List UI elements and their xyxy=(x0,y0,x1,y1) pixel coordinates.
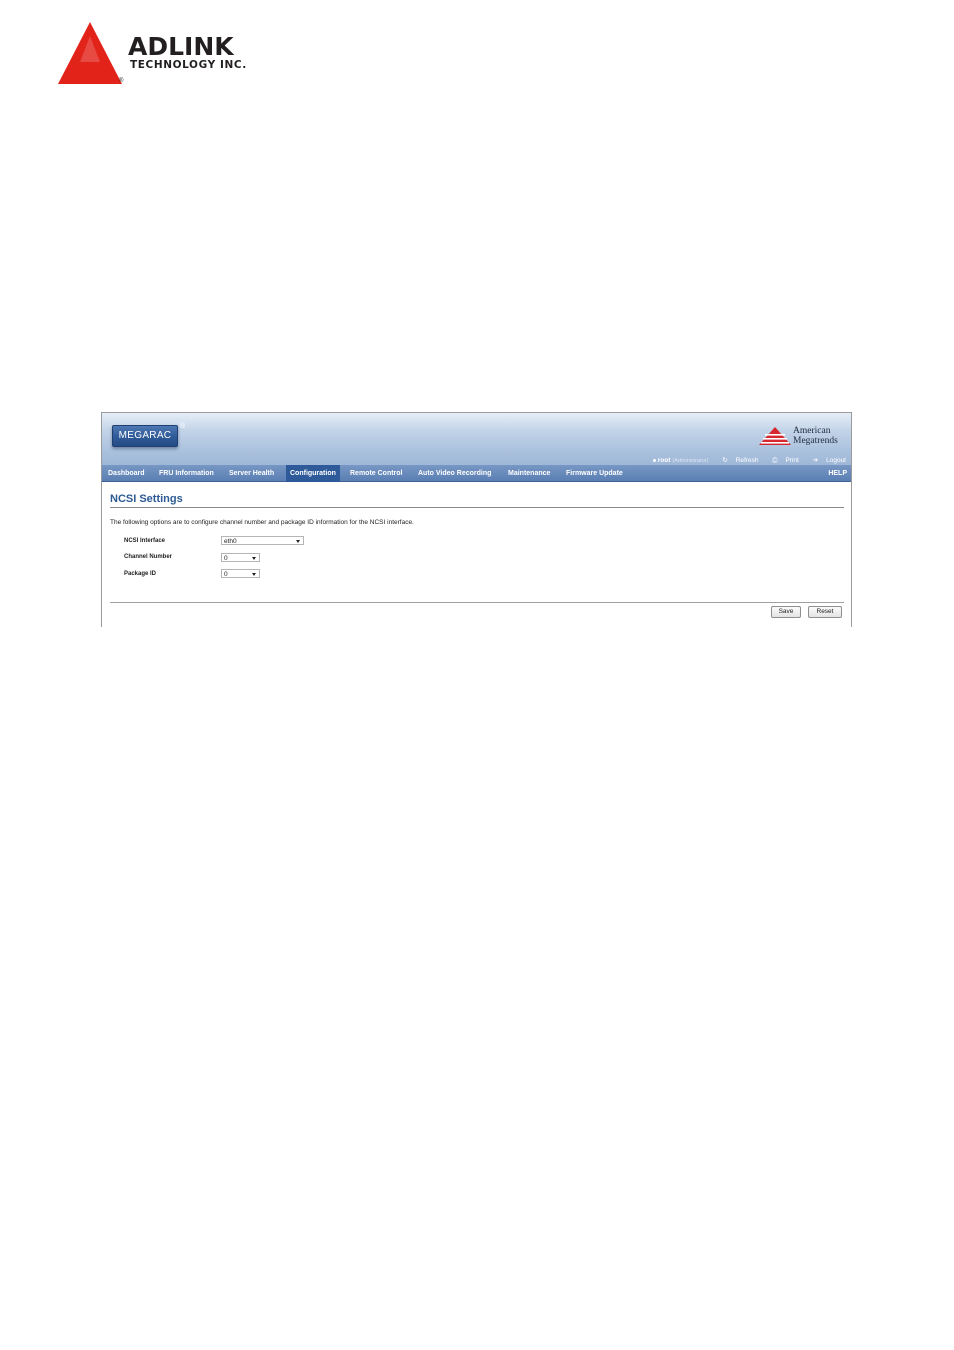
ami-line-2: Megatrends xyxy=(793,436,838,446)
nav-firmware-update[interactable]: Firmware Update xyxy=(566,465,623,482)
nav-auto-video-recording[interactable]: Auto Video Recording xyxy=(418,465,491,482)
chevron-down-icon xyxy=(252,573,256,576)
package-id-select[interactable]: 0 xyxy=(221,569,260,578)
logout-label: Logout xyxy=(826,457,846,464)
refresh-icon: ↻ xyxy=(722,457,728,464)
chevron-down-icon xyxy=(252,557,256,560)
user-toolbar: root (Administrator) ↻ Refresh ⎙ Print ➔ Log… xyxy=(647,456,846,465)
ami-triangle-icon xyxy=(759,427,791,445)
brand-name: ADLINK xyxy=(128,32,234,61)
ami-line-1: American xyxy=(793,426,831,436)
channel-number-label: Channel Number xyxy=(124,554,173,560)
nav-remote-control[interactable]: Remote Control xyxy=(350,465,403,482)
logout-link[interactable]: ➔ Logout xyxy=(807,457,846,464)
ncsi-interface-select[interactable]: eth0 xyxy=(221,536,304,545)
main-navbar: Dashboard FRU Information Server Health … xyxy=(102,465,851,482)
brand-subtitle: TECHNOLOGY INC. xyxy=(130,59,247,71)
chevron-down-icon xyxy=(296,540,300,543)
save-button[interactable]: Save xyxy=(771,606,801,618)
title-divider xyxy=(110,507,844,508)
megarac-logo-button[interactable]: MEGARAC xyxy=(112,425,178,447)
nav-maintenance[interactable]: Maintenance xyxy=(508,465,550,482)
user-role: (Administrator) xyxy=(672,458,709,464)
channel-number-value: 0 xyxy=(224,555,228,562)
page-title: NCSI Settings xyxy=(110,493,183,505)
ncsi-interface-value: eth0 xyxy=(224,538,237,545)
ami-logo: American Megatrends xyxy=(759,425,845,449)
megarac-screenshot: MEGARAC ® American Megatrends root (Admin… xyxy=(101,412,852,627)
megarac-registered-mark: ® xyxy=(180,423,186,430)
print-icon: ⎙ xyxy=(772,457,778,464)
adlink-logo: ADLINK TECHNOLOGY INC. ® xyxy=(58,22,278,88)
ami-wordmark: American Megatrends xyxy=(793,426,838,446)
package-id-label: Package ID xyxy=(124,571,157,577)
nav-help[interactable]: HELP xyxy=(828,465,847,482)
app-banner: MEGARAC ® American Megatrends root (Admin… xyxy=(102,413,851,465)
adlink-triangle-icon xyxy=(58,22,122,84)
brand-registered-mark: ® xyxy=(119,78,124,84)
refresh-label: Refresh xyxy=(735,457,759,464)
user-icon xyxy=(652,458,656,462)
reset-button[interactable]: Reset xyxy=(808,606,842,618)
print-label: Print xyxy=(785,457,799,464)
footer-divider xyxy=(110,602,844,603)
nav-configuration[interactable]: Configuration xyxy=(286,465,340,482)
nav-dashboard[interactable]: Dashboard xyxy=(108,465,145,482)
channel-number-select[interactable]: 0 xyxy=(221,553,260,562)
nav-server-health[interactable]: Server Health xyxy=(229,465,274,482)
nav-fru-information[interactable]: FRU Information xyxy=(159,465,214,482)
user-name: root xyxy=(657,457,671,464)
ncsi-interface-label: NCSI Interface xyxy=(124,538,166,544)
refresh-link[interactable]: ↻ Refresh xyxy=(716,457,758,464)
print-link[interactable]: ⎙ Print xyxy=(766,457,799,464)
package-id-value: 0 xyxy=(224,571,228,578)
user-info: root (Administrator) xyxy=(652,457,709,464)
logout-icon: ➔ xyxy=(812,457,819,464)
page-description: The following options are to configure c… xyxy=(110,519,414,526)
